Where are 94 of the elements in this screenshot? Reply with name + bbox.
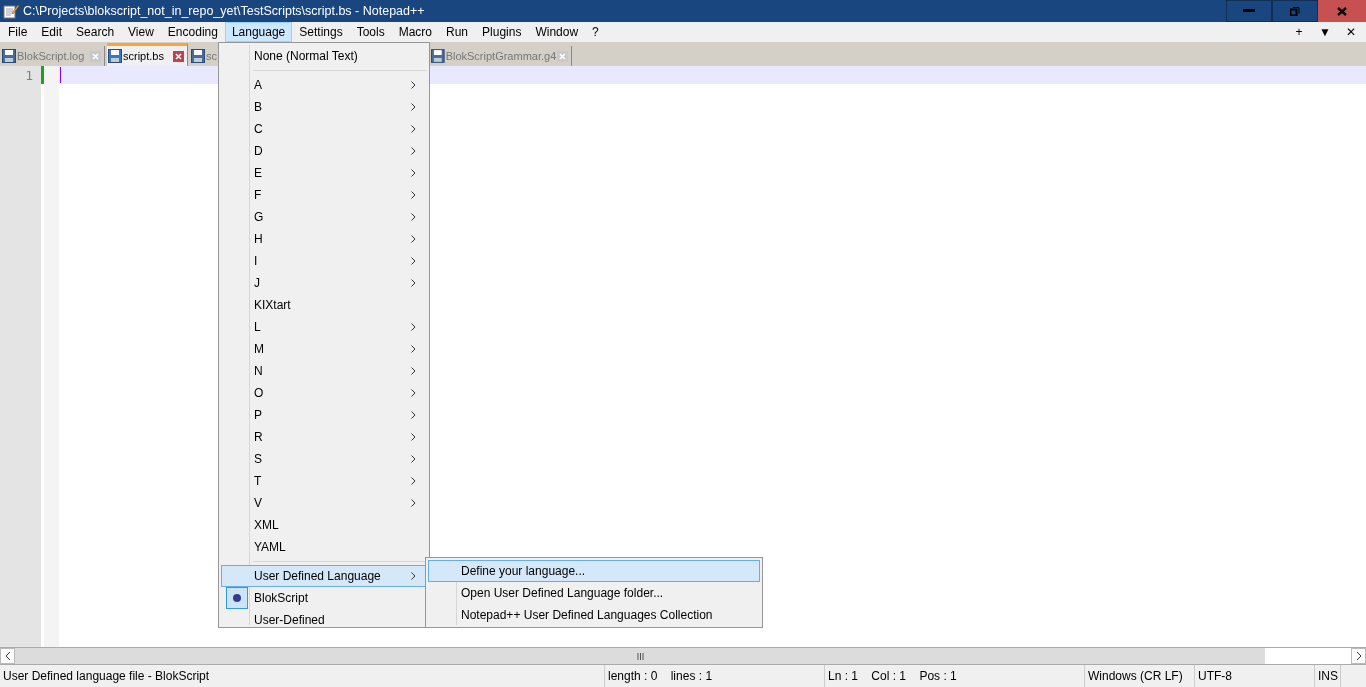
- restore-icon: [1290, 6, 1300, 16]
- status-field: Windows (CR LF): [1085, 665, 1195, 687]
- chevron-right-icon: [411, 81, 416, 89]
- chevron-right-icon: [411, 323, 416, 331]
- menu-item[interactable]: Macro: [391, 22, 439, 42]
- menu-item[interactable]: Plugins: [475, 22, 529, 42]
- menu-entry[interactable]: B: [221, 96, 427, 118]
- menu-entry[interactable]: O: [221, 382, 427, 404]
- menu-entry[interactable]: User-Defined: [221, 609, 427, 631]
- toolbar-glyph[interactable]: +: [1292, 25, 1306, 39]
- menu-item[interactable]: ?: [585, 22, 606, 42]
- text-cursor: [60, 67, 61, 83]
- chevron-right-icon: [411, 213, 416, 221]
- menu-entry[interactable]: F: [221, 184, 427, 206]
- menu-entry[interactable]: None (Normal Text): [221, 45, 427, 67]
- chevron-right-icon: [411, 147, 416, 155]
- menu-entry[interactable]: C: [221, 118, 427, 140]
- chevron-right-icon: [411, 235, 416, 243]
- menu-entry[interactable]: Notepad++ User Defined Languages Collection: [428, 604, 760, 626]
- menu-entry[interactable]: T: [221, 470, 427, 492]
- close-icon: [1337, 6, 1347, 16]
- scroll-left-button[interactable]: [0, 648, 15, 664]
- menu-entry[interactable]: S: [221, 448, 427, 470]
- menu-entry[interactable]: XML: [221, 514, 427, 536]
- menu-item[interactable]: File: [1, 22, 35, 42]
- chevron-left-icon: [4, 651, 11, 661]
- menu-entry[interactable]: R: [221, 426, 427, 448]
- close-icon[interactable]: [173, 50, 184, 62]
- menu-item[interactable]: Window: [528, 22, 586, 42]
- status-field: User Defined language file - BlokScript: [0, 665, 605, 687]
- scrollbar-thumb[interactable]: [15, 648, 1265, 664]
- chevron-right-icon: [411, 572, 416, 580]
- chevron-right-icon: [1355, 651, 1362, 661]
- restore-button[interactable]: [1272, 0, 1318, 22]
- line-number: 1: [25, 68, 33, 83]
- toolbar-glyph[interactable]: ▼: [1318, 25, 1332, 39]
- menu-entry[interactable]: A: [221, 74, 427, 96]
- horizontal-scrollbar[interactable]: [0, 647, 1366, 665]
- minimize-button[interactable]: [1226, 0, 1272, 22]
- tab-label: BlokScriptGrammar.g4: [445, 50, 557, 62]
- menu-entry[interactable]: M: [221, 338, 427, 360]
- toolbar-glyph[interactable]: ✕: [1344, 25, 1358, 39]
- menu-entry[interactable]: J: [221, 272, 427, 294]
- chevron-right-icon: [411, 103, 416, 111]
- close-button[interactable]: [1318, 0, 1366, 22]
- file-tab[interactable]: script.bs: [107, 43, 188, 66]
- menu-entry[interactable]: G: [221, 206, 427, 228]
- chevron-right-icon: [411, 169, 416, 177]
- menu-entry[interactable]: D: [221, 140, 427, 162]
- chevron-right-icon: [411, 279, 416, 287]
- menu-entry[interactable]: N: [221, 360, 427, 382]
- chevron-right-icon: [411, 345, 416, 353]
- chevron-right-icon: [411, 257, 416, 265]
- notepad-icon: [3, 3, 19, 19]
- tab-label: sc: [206, 50, 217, 62]
- status-field: length : 0 lines : 1: [605, 665, 825, 687]
- menu-entry[interactable]: Open User Defined Language folder...: [428, 582, 760, 604]
- menu-entry[interactable]: P: [221, 404, 427, 426]
- menu-entry[interactable]: Define your language...: [428, 560, 760, 582]
- menu-item[interactable]: View: [121, 22, 161, 42]
- chevron-right-icon: [411, 191, 416, 199]
- grip-icon: [636, 652, 644, 660]
- window-title: C:\Projects\blokscript_not_in_repo_yet\TestScripts\script.bs - Notepad++: [23, 4, 426, 18]
- menu-item[interactable]: Tools: [349, 22, 392, 42]
- menu-item[interactable]: Edit: [34, 22, 70, 42]
- chevron-right-icon: [411, 499, 416, 507]
- menu-entry[interactable]: L: [221, 316, 427, 338]
- menu-item[interactable]: Language: [224, 22, 293, 42]
- scroll-right-button[interactable]: [1351, 648, 1366, 664]
- menu-item[interactable]: Run: [439, 22, 476, 42]
- minimize-icon: [1243, 9, 1255, 13]
- menu-entry[interactable]: V: [221, 492, 427, 514]
- menu-entry[interactable]: I: [221, 250, 427, 272]
- menu-item[interactable]: Encoding: [160, 22, 225, 42]
- chevron-right-icon: [411, 477, 416, 485]
- menu-entry[interactable]: KIXtart: [221, 294, 427, 316]
- status-field: UTF-8: [1195, 665, 1315, 687]
- menu-item[interactable]: Search: [69, 22, 122, 42]
- chevron-right-icon: [411, 455, 416, 463]
- chevron-right-icon: [411, 433, 416, 441]
- menu-entry[interactable]: H: [221, 228, 427, 250]
- tab-label: script.bs: [123, 50, 164, 62]
- menu-item[interactable]: Settings: [292, 22, 350, 42]
- menu-entry[interactable]: BlokScript: [221, 587, 427, 609]
- chevron-right-icon: [411, 367, 416, 375]
- status-field: Ln : 1 Col : 1 Pos : 1: [825, 665, 1085, 687]
- menu-entry[interactable]: User Defined Language: [221, 565, 427, 587]
- menu-entry[interactable]: E: [221, 162, 427, 184]
- menu-entry[interactable]: YAML: [221, 536, 427, 558]
- chevron-right-icon: [411, 389, 416, 397]
- status-field: INS: [1315, 665, 1341, 687]
- tab-label: BlokScript.log: [17, 50, 85, 62]
- chevron-right-icon: [411, 125, 416, 133]
- chevron-right-icon: [411, 411, 416, 419]
